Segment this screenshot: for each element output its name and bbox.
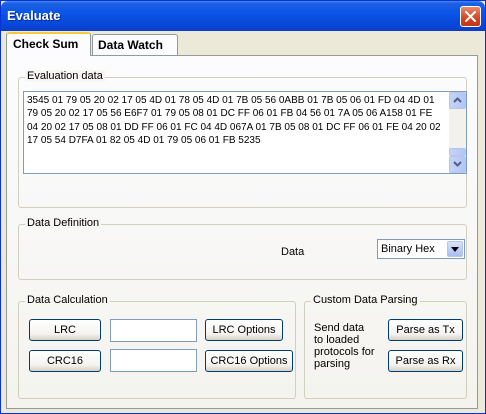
window-title: Evaluate	[7, 8, 61, 23]
chevron-up-icon	[453, 97, 462, 103]
data-calculation-label: Data Calculation	[25, 294, 110, 306]
tab-data-watch-label: Data Watch	[98, 38, 163, 52]
lrc-result-field[interactable]	[110, 319, 197, 342]
dropdown-button[interactable]	[447, 241, 463, 257]
tab-check-sum[interactable]: Check Sum	[6, 32, 91, 56]
lrc-options-button[interactable]: LRC Options	[205, 319, 283, 341]
scroll-down-button[interactable]	[449, 156, 466, 173]
crc16-button[interactable]: CRC16	[29, 350, 101, 372]
lrc-button[interactable]: LRC	[29, 319, 101, 341]
dialog-client: Data Watch Check Sum Evaluation data 354…	[4, 31, 482, 411]
crc16-options-button[interactable]: CRC16 Options	[205, 350, 293, 372]
evaluation-data-textarea[interactable]: 3545 01 79 05 20 02 17 05 4D 01 78 05 4D…	[23, 91, 467, 174]
title-bar[interactable]: Evaluate	[1, 1, 485, 31]
data-definition-label: Data Definition	[25, 217, 102, 229]
evaluation-data-group: Evaluation data 3545 01 79 05 20 02 17 0…	[18, 70, 467, 208]
custom-data-parsing-label: Custom Data Parsing	[311, 294, 420, 306]
vertical-scrollbar[interactable]	[449, 92, 466, 173]
parsing-description-line: protocols for	[314, 346, 375, 358]
evaluate-window: Evaluate Data Watch Check Sum Evaluation…	[0, 0, 486, 414]
data-format-label: Data	[281, 246, 305, 258]
close-button[interactable]	[460, 6, 481, 27]
custom-data-parsing-group: Custom Data Parsing Send data to loaded …	[304, 294, 467, 399]
parse-as-rx-button[interactable]: Parse as Rx	[388, 350, 463, 372]
parsing-description-line: Send data	[314, 322, 365, 334]
close-icon	[465, 11, 476, 22]
parsing-description: Send data to loaded protocols for parsin…	[314, 322, 375, 370]
parsing-description-line: to loaded	[314, 334, 360, 346]
chevron-down-icon	[453, 161, 462, 167]
data-calculation-group: Data Calculation LRC LRC Options CRC16 C…	[18, 294, 296, 399]
dropdown-arrow-icon	[451, 247, 459, 252]
evaluation-data-label: Evaluation data	[25, 70, 105, 82]
check-sum-panel: Evaluation data 3545 01 79 05 20 02 17 0…	[6, 55, 478, 409]
crc16-result-field[interactable]	[110, 349, 197, 372]
data-format-select[interactable]: Binary Hex	[377, 239, 465, 259]
data-format-value: Binary Hex	[381, 243, 435, 255]
scroll-thumb[interactable]	[449, 148, 466, 156]
data-definition-group: Data Definition Data Binary Hex	[18, 217, 467, 280]
tab-data-watch[interactable]: Data Watch	[92, 34, 178, 55]
evaluation-data-text: 3545 01 79 05 20 02 17 05 4D 01 78 05 4D…	[27, 95, 441, 146]
parsing-description-line: parsing	[314, 358, 351, 370]
tab-check-sum-label: Check Sum	[13, 37, 79, 51]
parse-as-tx-button[interactable]: Parse as Tx	[388, 319, 463, 341]
scroll-up-button[interactable]	[449, 92, 466, 109]
